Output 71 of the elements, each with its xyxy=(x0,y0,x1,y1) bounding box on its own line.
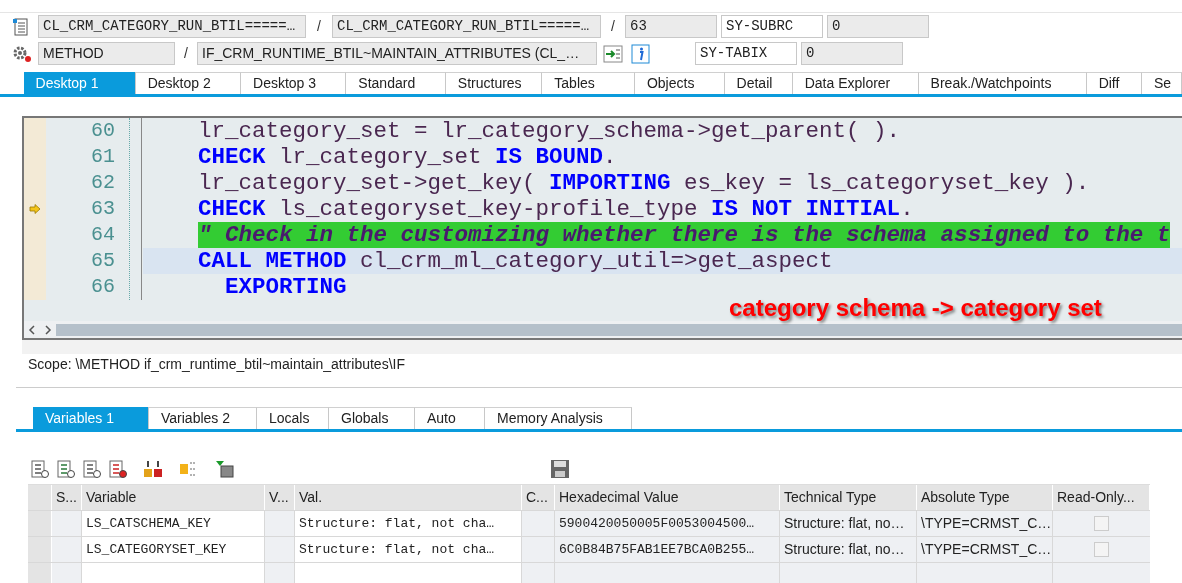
line-number: 60 xyxy=(90,118,116,144)
system-field-value[interactable]: 0 xyxy=(827,15,929,38)
tab[interactable]: Memory Analysis xyxy=(485,407,632,429)
tab[interactable]: Standard xyxy=(346,72,446,94)
column-header[interactable]: V... xyxy=(265,485,295,510)
list-tool-icon[interactable] xyxy=(82,459,102,479)
tab[interactable]: Diff xyxy=(1086,72,1142,94)
tab[interactable]: Objects xyxy=(634,72,725,94)
tab[interactable]: Detail xyxy=(724,72,793,94)
tab[interactable]: Variables 2 xyxy=(149,407,257,429)
table-cell: Structure: flat, no… xyxy=(780,511,917,536)
tab[interactable]: Structures xyxy=(445,72,543,94)
code-line: lr_category_set = lr_category_schema->get_parent( ). xyxy=(198,118,901,144)
tab[interactable]: Locals xyxy=(257,407,329,429)
tab[interactable]: Break./Watchpoints xyxy=(918,72,1087,94)
line-field[interactable]: 63 xyxy=(625,15,717,38)
scope-text: Scope: \METHOD if_crm_runtime_btil~maintain_attributes\IF xyxy=(28,355,406,374)
code-line: EXPORTING xyxy=(224,274,347,300)
code-line: CALL METHOD cl_crm_ml_category_util=>get_aspect xyxy=(198,248,833,274)
include-field[interactable]: CL_CRM_CATEGORY_RUN_BTIL=====… xyxy=(332,15,601,38)
tab[interactable]: Tables xyxy=(542,72,635,94)
table-cell: 6C0B84B75FAB1EE7BCA0B255… xyxy=(555,537,780,562)
line-number: 66 xyxy=(90,274,116,300)
code-line: CHECK lr_category_set IS BOUND. xyxy=(198,144,617,170)
code-line: CHECK ls_categoryset_key-profile_type IS NOT INITIAL. xyxy=(198,196,914,222)
line-number: 64 xyxy=(90,222,116,248)
save-icon[interactable] xyxy=(550,459,570,479)
info-icon[interactable] xyxy=(631,43,651,64)
path-separator: / xyxy=(183,44,189,63)
column-header[interactable]: Variable xyxy=(82,485,265,510)
code-line: lr_category_set->get_key( IMPORTING es_key = ls_categoryset_key ). xyxy=(198,170,1090,196)
tab[interactable]: Se xyxy=(1142,72,1182,94)
toggle-icon[interactable] xyxy=(603,43,623,64)
list-tool-icon[interactable] xyxy=(30,459,50,479)
column-header[interactable]: Read-Only... xyxy=(1053,485,1150,510)
system-field-label[interactable]: SY-TABIX xyxy=(695,42,797,65)
program-field[interactable]: CL_CRM_CATEGORY_RUN_BTIL=====… xyxy=(38,15,306,38)
line-number: 62 xyxy=(90,170,116,196)
column-header[interactable]: S... xyxy=(52,485,82,510)
filter-icon[interactable] xyxy=(214,459,236,479)
columns-icon[interactable] xyxy=(142,459,164,479)
column-header[interactable]: Hexadecimal Value xyxy=(555,485,780,510)
table-cell: 5900420050005F0053004500… xyxy=(555,511,780,536)
path-separator: / xyxy=(316,17,322,36)
path-separator: / xyxy=(610,17,616,36)
table-cell: Structure: flat, no… xyxy=(780,537,917,562)
line-number: 63 xyxy=(90,196,116,222)
system-field-value[interactable]: 0 xyxy=(801,42,903,65)
scroll-left-icon[interactable] xyxy=(28,324,36,335)
gear-icon xyxy=(12,44,32,63)
tab[interactable]: Desktop 2 xyxy=(135,72,242,94)
list-tool-icon[interactable] xyxy=(56,459,76,479)
list-tool-icon[interactable] xyxy=(108,459,128,479)
column-header[interactable]: Technical Type xyxy=(780,485,917,510)
table-cell: \TYPE=CRMST_C… xyxy=(917,511,1053,536)
column-header[interactable]: Absolute Type xyxy=(917,485,1053,510)
line-number: 61 xyxy=(90,144,116,170)
tab[interactable]: Data Explorer xyxy=(792,72,919,94)
tab[interactable]: Auto xyxy=(415,407,485,429)
scroll-right-icon[interactable] xyxy=(44,324,52,335)
document-icon xyxy=(12,16,30,37)
table-cell: \TYPE=CRMST_C… xyxy=(917,537,1053,562)
tab[interactable]: Desktop 3 xyxy=(241,72,347,94)
tab[interactable]: Globals xyxy=(329,407,415,429)
annotation-text: category schema -> category set xyxy=(729,293,1102,323)
line-number: 65 xyxy=(90,248,116,274)
event-type-field[interactable]: METHOD xyxy=(38,42,175,65)
system-field-label[interactable]: SY-SUBRC xyxy=(721,15,823,38)
column-header[interactable]: Val. xyxy=(295,485,522,510)
event-field[interactable]: IF_CRM_RUNTIME_BTIL~MAINTAIN_ATTRIBUTES (CL_… xyxy=(197,42,597,65)
column-header[interactable]: C... xyxy=(522,485,555,510)
